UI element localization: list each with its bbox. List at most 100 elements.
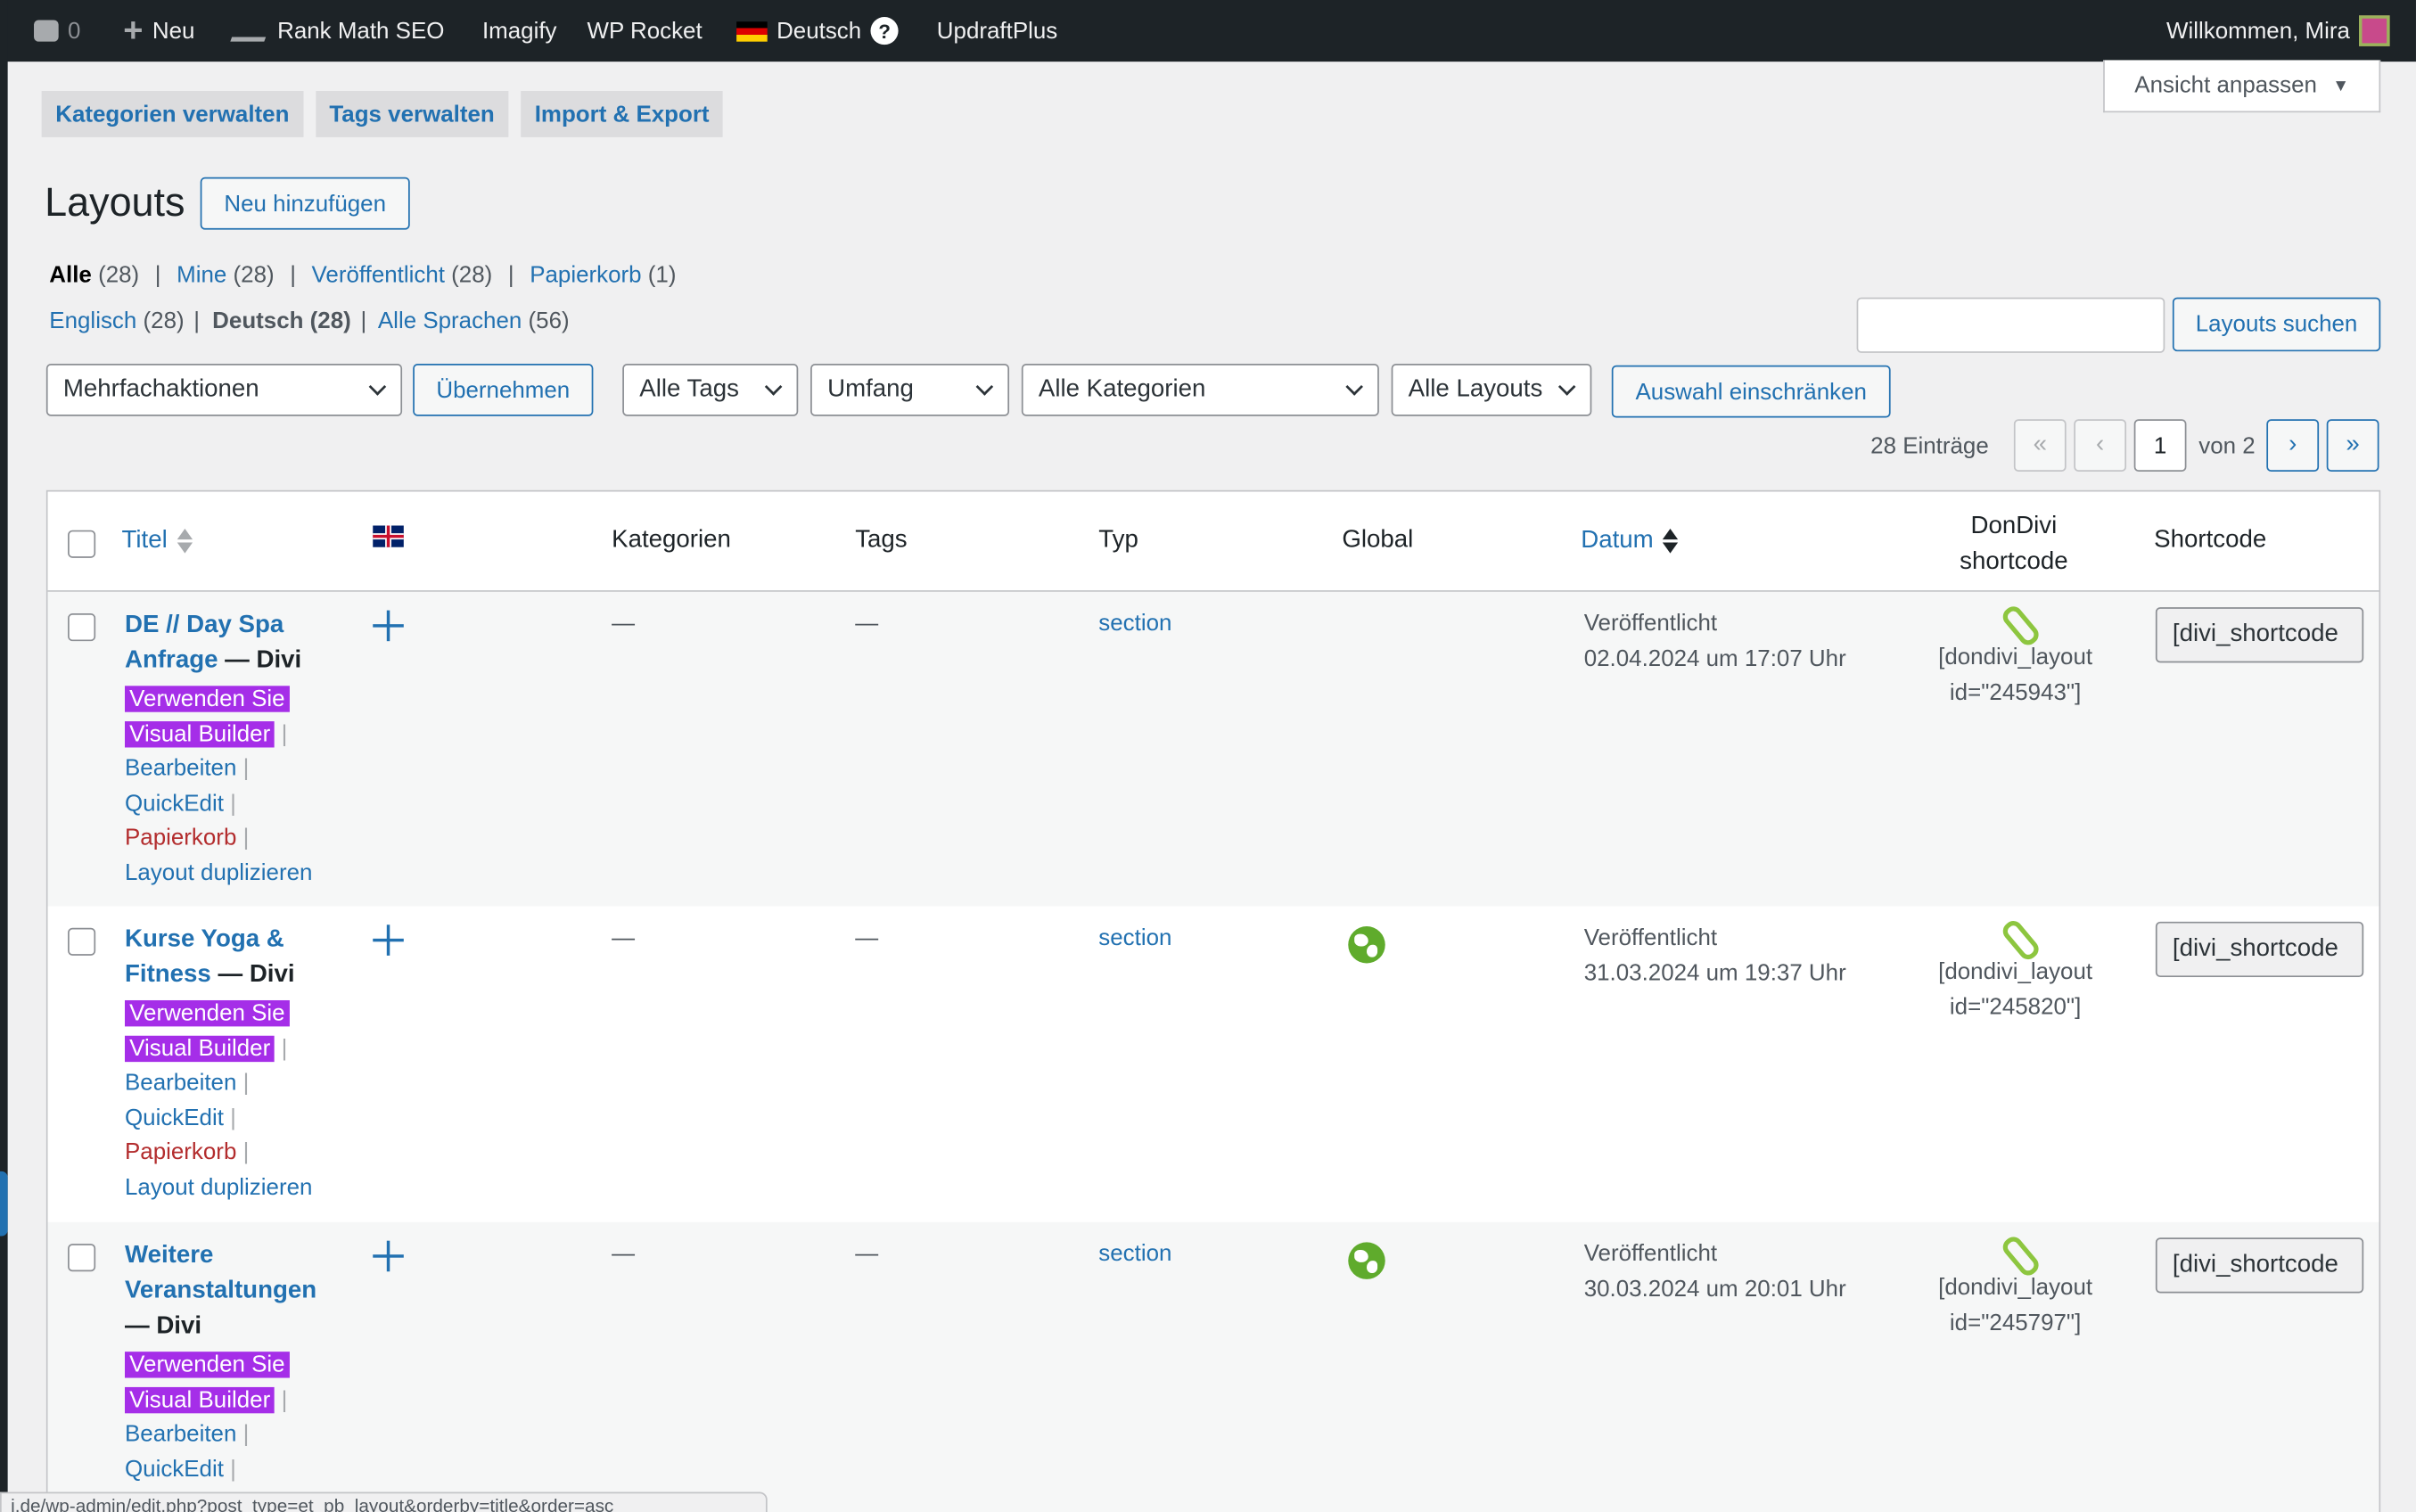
- quickedit-link[interactable]: QuickEdit: [125, 1456, 224, 1482]
- row-type-link[interactable]: section: [1098, 607, 1171, 642]
- quickedit-link[interactable]: QuickEdit: [125, 1105, 224, 1130]
- tags-filter-select[interactable]: Alle Tags: [622, 363, 799, 416]
- row-dondivi-line-1: [dondivi_layout: [1938, 1274, 2093, 1302]
- scope-filter-select[interactable]: Umfang: [810, 363, 1010, 416]
- duplicate-link[interactable]: Layout duplizieren: [125, 1174, 312, 1200]
- add-translation-plus-icon[interactable]: [373, 1240, 404, 1272]
- row-status: Veröffentlicht: [1583, 610, 1718, 637]
- select-all-checkbox[interactable]: [68, 530, 96, 558]
- chevron-down-icon: [764, 378, 783, 396]
- filter-submit-button[interactable]: Auswahl einschränken: [1611, 365, 1891, 418]
- row-checkbox[interactable]: [68, 613, 96, 642]
- row-title-suffix: — Divi: [124, 1312, 202, 1340]
- categories-filter-select[interactable]: Alle Kategorien: [1021, 363, 1379, 416]
- filter-all-count: (28): [98, 261, 140, 289]
- edit-link[interactable]: Bearbeiten: [125, 1421, 236, 1447]
- sort-icon: [1663, 527, 1679, 555]
- paperclip-icon[interactable]: [1999, 607, 2033, 641]
- first-page-button[interactable]: «: [2013, 419, 2067, 472]
- add-new-button[interactable]: Neu hinzufügen: [200, 177, 410, 230]
- row-type-link[interactable]: section: [1098, 1237, 1171, 1272]
- current-page-input[interactable]: 1: [2133, 419, 2187, 472]
- row-dondivi-line-2: id="245797"]: [1949, 1309, 2082, 1336]
- row-date: Veröffentlicht 02.04.2024 um 17:07 Uhr: [1584, 607, 1846, 677]
- row-actions: Verwenden Sie Visual Builder | Bearbeite…: [124, 686, 313, 887]
- filter-english[interactable]: Englisch: [49, 308, 136, 334]
- column-date[interactable]: Datum: [1581, 527, 1679, 555]
- visual-builder-link[interactable]: Verwenden Sie: [124, 1352, 290, 1378]
- comments-link[interactable]: 0: [34, 0, 80, 62]
- visual-builder-link-line-2[interactable]: Visual Builder: [124, 1035, 275, 1062]
- filter-published[interactable]: Veröffentlicht: [312, 262, 445, 288]
- language-switcher[interactable]: Deutsch ?: [736, 0, 899, 62]
- trash-link[interactable]: Papierkorb: [125, 826, 236, 851]
- add-translation-plus-icon[interactable]: [373, 610, 404, 642]
- imagify-link[interactable]: Imagify: [482, 0, 557, 62]
- apply-button[interactable]: Übernehmen: [413, 363, 594, 416]
- row-checkbox[interactable]: [68, 927, 96, 956]
- chevron-down-icon: [975, 378, 994, 396]
- row-title-link[interactable]: DE // Day Spa Anfrage — Divi: [125, 607, 341, 678]
- row-shortcode-field[interactable]: [divi_shortcode: [2155, 921, 2364, 978]
- admin-menu-active-marker: [0, 1171, 8, 1237]
- visual-builder-link[interactable]: Verwenden Sie: [124, 1000, 290, 1027]
- layouts-filter-select[interactable]: Alle Layouts: [1391, 363, 1592, 416]
- screen-options-button[interactable]: Ansicht anpassen ▼: [2103, 60, 2381, 113]
- row-title-line-2: Veranstaltungen: [124, 1278, 317, 1304]
- visual-builder-link[interactable]: Verwenden Sie: [124, 686, 290, 712]
- filter-german[interactable]: Deutsch (28): [212, 308, 351, 334]
- row-shortcode-field[interactable]: [divi_shortcode: [2155, 607, 2364, 663]
- tab-manage-tags[interactable]: Tags verwalten: [315, 90, 509, 137]
- row-shortcode-field[interactable]: [divi_shortcode: [2155, 1237, 2364, 1294]
- language-label: Deutsch: [777, 17, 862, 45]
- filter-mine[interactable]: Mine: [177, 262, 226, 288]
- row-tags: —: [855, 924, 879, 951]
- filter-all[interactable]: Alle: [49, 262, 92, 288]
- bulk-actions-select[interactable]: Mehrfachaktionen: [45, 363, 403, 416]
- row-title-line-1: Kurse Yoga &: [124, 926, 284, 953]
- language-filters: Englisch (28) | Deutsch (28) | Alle Spra…: [49, 308, 570, 335]
- edit-link[interactable]: Bearbeiten: [125, 755, 236, 781]
- edit-link[interactable]: Bearbeiten: [125, 1070, 236, 1096]
- search-input[interactable]: [1856, 297, 2165, 353]
- search-layouts-button[interactable]: Layouts suchen: [2172, 297, 2381, 352]
- next-page-button[interactable]: ›: [2266, 419, 2320, 472]
- prev-page-button[interactable]: ‹: [2074, 419, 2127, 472]
- german-flag-icon: [736, 21, 768, 41]
- row-title-line-2: Fitness: [124, 961, 211, 989]
- filter-all-languages[interactable]: Alle Sprachen: [378, 308, 522, 334]
- trash-link[interactable]: Papierkorb: [125, 1139, 236, 1165]
- tab-manage-categories[interactable]: Kategorien verwalten: [41, 90, 303, 137]
- row-type-link[interactable]: section: [1098, 922, 1171, 957]
- help-icon[interactable]: ?: [870, 17, 899, 45]
- add-translation-plus-icon[interactable]: [373, 924, 404, 956]
- filter-trash[interactable]: Papierkorb: [530, 262, 641, 288]
- updraftplus-link[interactable]: UpdraftPlus: [937, 0, 1057, 62]
- bulk-actions-value: Mehrfachaktionen: [62, 375, 259, 403]
- paperclip-icon[interactable]: [1999, 922, 2033, 956]
- new-content-link[interactable]: + Neu: [123, 0, 194, 62]
- visual-builder-link-line-2[interactable]: Visual Builder: [124, 1386, 275, 1413]
- account-menu[interactable]: Willkommen, Mira: [2166, 0, 2390, 62]
- row-date: Veröffentlicht 30.03.2024 um 20:01 Uhr: [1584, 1237, 1846, 1307]
- row-title-suffix: — Divi: [225, 647, 302, 674]
- tab-import-export[interactable]: Import & Export: [521, 90, 724, 137]
- sort-icon: [177, 527, 193, 555]
- row-title-link[interactable]: Weitere Veranstaltungen — Divi: [125, 1237, 341, 1344]
- layouts-filter-value: Alle Layouts: [1408, 375, 1543, 403]
- duplicate-link[interactable]: Layout duplizieren: [125, 860, 312, 886]
- row-title-link[interactable]: Kurse Yoga & Fitness — Divi: [125, 922, 341, 993]
- quickedit-link[interactable]: QuickEdit: [125, 790, 224, 816]
- wp-rocket-link[interactable]: WP Rocket: [587, 0, 702, 62]
- visual-builder-link-line-2[interactable]: Visual Builder: [124, 720, 275, 747]
- row-dondivi-line-1: [dondivi_layout: [1938, 644, 2093, 671]
- row-dondivi-shortcode: [dondivi_layout id="245943"]: [1912, 641, 2119, 711]
- rank-math-link[interactable]: Rank Math SEO: [230, 0, 444, 62]
- row-checkbox[interactable]: [68, 1244, 96, 1272]
- status-filters: Alle (28) | Mine (28) | Veröffentlicht (…: [49, 261, 677, 289]
- column-categories: Kategorien: [612, 527, 731, 554]
- last-page-button[interactable]: »: [2326, 419, 2379, 472]
- column-title[interactable]: Titel: [122, 527, 193, 555]
- paperclip-icon[interactable]: [1999, 1237, 2033, 1271]
- row-dondivi-shortcode: [dondivi_layout id="245820"]: [1912, 956, 2119, 1025]
